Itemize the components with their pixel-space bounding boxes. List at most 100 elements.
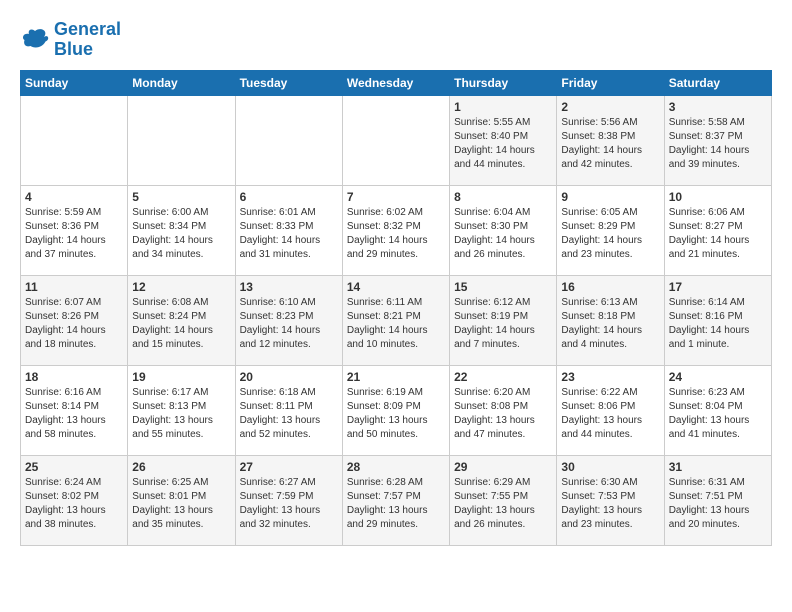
day-number: 27 xyxy=(240,460,338,474)
calendar-cell: 3 Sunrise: 5:58 AM Sunset: 8:37 PM Daylig… xyxy=(664,95,771,185)
calendar-cell: 15 Sunrise: 6:12 AM Sunset: 8:19 PM Dayli… xyxy=(450,275,557,365)
day-number: 6 xyxy=(240,190,338,204)
day-info: Sunrise: 5:55 AM Sunset: 8:40 PM Dayligh… xyxy=(454,116,552,172)
day-number: 18 xyxy=(25,370,123,384)
calendar-header-sunday: Sunday xyxy=(21,70,128,95)
calendar-cell: 16Sunrise: 6:13 AM Sunset: 8:18 PM Dayli… xyxy=(557,275,664,365)
calendar-cell: 8 Sunrise: 6:04 AM Sunset: 8:30 PM Daylig… xyxy=(450,185,557,275)
day-number: 26 xyxy=(132,460,230,474)
calendar-cell: 19 Sunrise: 6:17 AM Sunset: 8:13 PM Dayli… xyxy=(128,365,235,455)
day-number: 8 xyxy=(454,190,552,204)
day-info: Sunrise: 6:06 AM Sunset: 8:27 PM Dayligh… xyxy=(669,206,767,262)
logo-bird-icon xyxy=(20,25,50,55)
calendar-cell: 6 Sunrise: 6:01 AM Sunset: 8:33 PM Daylig… xyxy=(235,185,342,275)
calendar-cell: 5 Sunrise: 6:00 AM Sunset: 8:34 PM Daylig… xyxy=(128,185,235,275)
calendar-cell: 21 Sunrise: 6:19 AM Sunset: 8:09 PM Dayli… xyxy=(342,365,449,455)
calendar-header-row: SundayMondayTuesdayWednesdayThursdayFrid… xyxy=(21,70,772,95)
day-info: Sunrise: 6:00 AM Sunset: 8:34 PM Dayligh… xyxy=(132,206,230,262)
calendar-cell: 4 Sunrise: 5:59 AM Sunset: 8:36 PM Daylig… xyxy=(21,185,128,275)
day-number: 10 xyxy=(669,190,767,204)
calendar-week-row: 11 Sunrise: 6:07 AM Sunset: 8:26 PM Dayli… xyxy=(21,275,772,365)
day-number: 25 xyxy=(25,460,123,474)
day-info: Sunrise: 6:11 AM Sunset: 8:21 PM Dayligh… xyxy=(347,296,445,352)
calendar-cell xyxy=(342,95,449,185)
day-info: Sunrise: 5:58 AM Sunset: 8:37 PM Dayligh… xyxy=(669,116,767,172)
day-info: Sunrise: 6:08 AM Sunset: 8:24 PM Dayligh… xyxy=(132,296,230,352)
day-number: 11 xyxy=(25,280,123,294)
day-info: Sunrise: 6:05 AM Sunset: 8:29 PM Dayligh… xyxy=(561,206,659,262)
calendar-header-wednesday: Wednesday xyxy=(342,70,449,95)
day-info: Sunrise: 6:20 AM Sunset: 8:08 PM Dayligh… xyxy=(454,386,552,442)
day-number: 21 xyxy=(347,370,445,384)
day-info: Sunrise: 6:19 AM Sunset: 8:09 PM Dayligh… xyxy=(347,386,445,442)
day-info: Sunrise: 6:28 AM Sunset: 7:57 PM Dayligh… xyxy=(347,476,445,532)
day-info: Sunrise: 6:31 AM Sunset: 7:51 PM Dayligh… xyxy=(669,476,767,532)
day-number: 19 xyxy=(132,370,230,384)
day-info: Sunrise: 6:13 AM Sunset: 8:18 PM Dayligh… xyxy=(561,296,659,352)
day-number: 5 xyxy=(132,190,230,204)
calendar-header-tuesday: Tuesday xyxy=(235,70,342,95)
calendar-cell xyxy=(21,95,128,185)
calendar-week-row: 4 Sunrise: 5:59 AM Sunset: 8:36 PM Daylig… xyxy=(21,185,772,275)
day-info: Sunrise: 6:12 AM Sunset: 8:19 PM Dayligh… xyxy=(454,296,552,352)
day-info: Sunrise: 6:17 AM Sunset: 8:13 PM Dayligh… xyxy=(132,386,230,442)
calendar-cell: 27 Sunrise: 6:27 AM Sunset: 7:59 PM Dayli… xyxy=(235,455,342,545)
logo-text: General Blue xyxy=(54,20,121,60)
day-number: 28 xyxy=(347,460,445,474)
day-info: Sunrise: 6:22 AM Sunset: 8:06 PM Dayligh… xyxy=(561,386,659,442)
calendar-cell: 24 Sunrise: 6:23 AM Sunset: 8:04 PM Dayli… xyxy=(664,365,771,455)
day-number: 9 xyxy=(561,190,659,204)
day-info: Sunrise: 6:16 AM Sunset: 8:14 PM Dayligh… xyxy=(25,386,123,442)
day-number: 20 xyxy=(240,370,338,384)
day-info: Sunrise: 6:14 AM Sunset: 8:16 PM Dayligh… xyxy=(669,296,767,352)
day-number: 4 xyxy=(25,190,123,204)
day-info: Sunrise: 6:25 AM Sunset: 8:01 PM Dayligh… xyxy=(132,476,230,532)
calendar-cell: 29Sunrise: 6:29 AM Sunset: 7:55 PM Dayli… xyxy=(450,455,557,545)
day-number: 30 xyxy=(561,460,659,474)
day-number: 17 xyxy=(669,280,767,294)
day-number: 24 xyxy=(669,370,767,384)
calendar-cell: 14 Sunrise: 6:11 AM Sunset: 8:21 PM Dayli… xyxy=(342,275,449,365)
day-number: 14 xyxy=(347,280,445,294)
calendar-cell: 2Sunrise: 5:56 AM Sunset: 8:38 PM Daylig… xyxy=(557,95,664,185)
calendar-cell: 11 Sunrise: 6:07 AM Sunset: 8:26 PM Dayli… xyxy=(21,275,128,365)
day-number: 23 xyxy=(561,370,659,384)
day-number: 22 xyxy=(454,370,552,384)
day-info: Sunrise: 6:27 AM Sunset: 7:59 PM Dayligh… xyxy=(240,476,338,532)
calendar-cell: 13Sunrise: 6:10 AM Sunset: 8:23 PM Dayli… xyxy=(235,275,342,365)
day-info: Sunrise: 6:30 AM Sunset: 7:53 PM Dayligh… xyxy=(561,476,659,532)
day-number: 7 xyxy=(347,190,445,204)
day-info: Sunrise: 6:02 AM Sunset: 8:32 PM Dayligh… xyxy=(347,206,445,262)
calendar-cell: 1Sunrise: 5:55 AM Sunset: 8:40 PM Daylig… xyxy=(450,95,557,185)
calendar-cell: 25 Sunrise: 6:24 AM Sunset: 8:02 PM Dayli… xyxy=(21,455,128,545)
calendar-cell xyxy=(235,95,342,185)
calendar-cell: 31 Sunrise: 6:31 AM Sunset: 7:51 PM Dayli… xyxy=(664,455,771,545)
day-info: Sunrise: 6:24 AM Sunset: 8:02 PM Dayligh… xyxy=(25,476,123,532)
day-info: Sunrise: 6:18 AM Sunset: 8:11 PM Dayligh… xyxy=(240,386,338,442)
day-number: 12 xyxy=(132,280,230,294)
day-info: Sunrise: 6:23 AM Sunset: 8:04 PM Dayligh… xyxy=(669,386,767,442)
calendar-cell: 7 Sunrise: 6:02 AM Sunset: 8:32 PM Daylig… xyxy=(342,185,449,275)
calendar-header-monday: Monday xyxy=(128,70,235,95)
day-info: Sunrise: 5:56 AM Sunset: 8:38 PM Dayligh… xyxy=(561,116,659,172)
calendar-cell xyxy=(128,95,235,185)
calendar-week-row: 25 Sunrise: 6:24 AM Sunset: 8:02 PM Dayli… xyxy=(21,455,772,545)
day-info: Sunrise: 6:07 AM Sunset: 8:26 PM Dayligh… xyxy=(25,296,123,352)
calendar-cell: 28 Sunrise: 6:28 AM Sunset: 7:57 PM Dayli… xyxy=(342,455,449,545)
calendar-cell: 30 Sunrise: 6:30 AM Sunset: 7:53 PM Dayli… xyxy=(557,455,664,545)
day-number: 31 xyxy=(669,460,767,474)
day-info: Sunrise: 6:04 AM Sunset: 8:30 PM Dayligh… xyxy=(454,206,552,262)
calendar-header-friday: Friday xyxy=(557,70,664,95)
calendar-week-row: 18 Sunrise: 6:16 AM Sunset: 8:14 PM Dayli… xyxy=(21,365,772,455)
calendar-header-saturday: Saturday xyxy=(664,70,771,95)
calendar-cell: 17 Sunrise: 6:14 AM Sunset: 8:16 PM Dayli… xyxy=(664,275,771,365)
calendar-cell: 20 Sunrise: 6:18 AM Sunset: 8:11 PM Dayli… xyxy=(235,365,342,455)
day-number: 15 xyxy=(454,280,552,294)
day-info: Sunrise: 6:10 AM Sunset: 8:23 PM Dayligh… xyxy=(240,296,338,352)
day-number: 3 xyxy=(669,100,767,114)
day-info: Sunrise: 5:59 AM Sunset: 8:36 PM Dayligh… xyxy=(25,206,123,262)
logo: General Blue xyxy=(20,20,121,60)
day-info: Sunrise: 6:01 AM Sunset: 8:33 PM Dayligh… xyxy=(240,206,338,262)
calendar-cell: 18 Sunrise: 6:16 AM Sunset: 8:14 PM Dayli… xyxy=(21,365,128,455)
calendar-header-thursday: Thursday xyxy=(450,70,557,95)
